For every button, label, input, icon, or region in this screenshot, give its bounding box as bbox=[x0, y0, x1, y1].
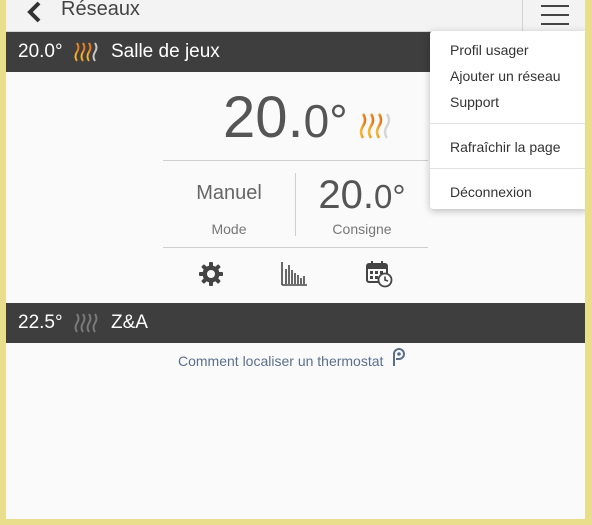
zone-name: Z&A bbox=[111, 312, 148, 333]
zone-temperature: 20.0° bbox=[18, 41, 63, 62]
heating-active-icon bbox=[359, 113, 391, 139]
schedule-button[interactable] bbox=[365, 260, 393, 288]
chevron-left-icon bbox=[27, 1, 41, 23]
gear-icon bbox=[199, 262, 223, 286]
menu-item-logout[interactable]: Déconnexion bbox=[450, 184, 532, 200]
menu-item-add-network[interactable]: Ajouter un réseau bbox=[450, 68, 561, 84]
calendar-clock-icon bbox=[366, 261, 393, 288]
location-pin-icon bbox=[393, 348, 406, 366]
back-button[interactable] bbox=[26, 0, 46, 24]
heating-inactive-icon bbox=[74, 313, 98, 333]
bar-chart-icon bbox=[281, 262, 307, 286]
mode-value[interactable]: Manuel bbox=[163, 182, 295, 205]
menu-item-support[interactable]: Support bbox=[450, 94, 499, 110]
locate-thermostat-link[interactable]: Comment localiser un thermostat bbox=[178, 348, 407, 369]
page-title: Réseaux bbox=[61, 0, 140, 20]
zone-temperature: 22.5° bbox=[18, 312, 63, 333]
menu-separator bbox=[430, 168, 585, 169]
settings-button[interactable] bbox=[197, 260, 225, 288]
current-temperature: 20.0° bbox=[223, 85, 348, 150]
app-window: Réseaux 20.0° Salle de jeux 20.0° Manuel… bbox=[6, 0, 585, 519]
zone-name: Salle de jeux bbox=[111, 41, 220, 62]
menu-button[interactable] bbox=[522, 0, 585, 31]
user-menu-dropdown: Profil usager Ajouter un réseau Support … bbox=[430, 31, 585, 209]
menu-item-profile[interactable]: Profil usager bbox=[450, 42, 529, 58]
mode-label: Mode bbox=[211, 221, 247, 237]
menu-separator bbox=[430, 123, 585, 124]
statistics-button[interactable] bbox=[280, 260, 308, 288]
setpoint-value[interactable]: 20.0° bbox=[296, 173, 428, 218]
link-text: Comment localiser un thermostat bbox=[178, 353, 384, 369]
hamburger-menu-icon bbox=[540, 4, 569, 25]
zone-header-z-and-a[interactable]: 22.5° Z&A bbox=[6, 303, 585, 343]
menu-item-refresh[interactable]: Rafraîchir la page bbox=[450, 139, 561, 155]
top-bar: Réseaux bbox=[6, 0, 585, 32]
divider bbox=[163, 160, 428, 161]
setpoint-label: Consigne bbox=[332, 221, 392, 237]
heating-active-icon bbox=[74, 42, 98, 62]
divider bbox=[163, 247, 428, 248]
